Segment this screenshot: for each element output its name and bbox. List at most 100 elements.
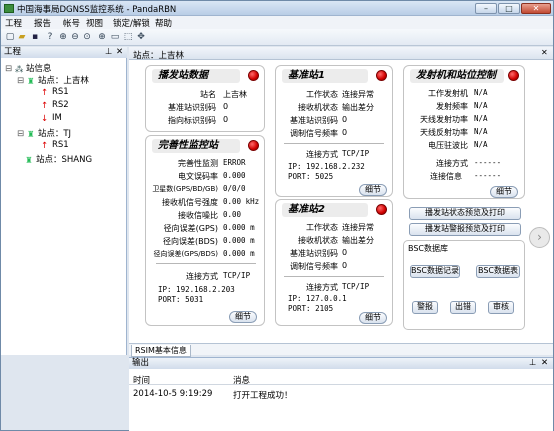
ref1-value: 0 (342, 115, 348, 124)
menu-project[interactable]: 工程 (5, 17, 22, 29)
project-pane-title: 工程 (4, 47, 22, 57)
transmitter-value: N/A (474, 127, 488, 136)
tree-item-tj-rs1[interactable]: ↑ RS1 (41, 140, 69, 151)
integrity-label: 径向误差(GPS/BDS) (153, 250, 218, 258)
ref2-status-led (376, 204, 387, 215)
integrity-conn-value: TCP/IP (223, 271, 251, 280)
status-preview-print-button[interactable]: 播发站状态预览及打印 (409, 207, 521, 220)
integrity-label: 接收信噪比 (178, 211, 218, 220)
menu-lock[interactable]: 锁定/解锁 (113, 17, 150, 29)
close-pane-icon[interactable]: ✕ (116, 47, 123, 58)
integrity-conn-label: 连接方式 (186, 272, 218, 281)
transmitter-label: 电压驻波比 (428, 141, 468, 150)
output-title: 输出 (132, 358, 150, 368)
close-tab-icon[interactable]: ✕ (541, 48, 548, 57)
window-title: 中国海事局DGNSS监控系统 - PandaRBN (17, 5, 177, 15)
select-icon[interactable]: ⬚ (123, 32, 133, 42)
menu-report[interactable]: 报告 (34, 17, 51, 29)
output-row[interactable]: 2014-10-5 9:19:29 打开工程成功！ (129, 388, 553, 401)
move-icon[interactable]: ✥ (136, 32, 146, 42)
integrity-label: 径向误差(GPS) (163, 224, 218, 233)
transmitter-label: 发射频率 (436, 102, 468, 111)
integrity-label: 径向误差(BDS) (163, 237, 218, 246)
tree-item-site-tj[interactable]: ⊟ ♜ 站点：TJ (17, 127, 71, 140)
divider (156, 263, 256, 264)
menu-view[interactable]: 视图 (86, 17, 103, 29)
bsc-error-button[interactable]: 出错 (450, 301, 476, 314)
tree-item-im[interactable]: ↓ IM (41, 113, 62, 124)
close-window-button[interactable]: ✕ (521, 3, 551, 14)
integrity-detail-button[interactable]: 细节 (229, 311, 257, 323)
broadcast-label: 站名 (200, 90, 216, 99)
pin-icon[interactable]: ⊥ (529, 358, 536, 369)
ref1-detail-button[interactable]: 细节 (359, 184, 387, 196)
zoom-reset-icon[interactable]: ⊙ (82, 32, 92, 42)
output-message: 打开工程成功！ (233, 391, 293, 401)
tab-rsim-info[interactable]: RSIM基本信息 (131, 345, 191, 357)
chevron-right-icon[interactable]: › (529, 227, 550, 248)
zoom-in-icon[interactable]: ⊕ (58, 32, 68, 42)
station-icon: ♜ (26, 77, 35, 87)
minimize-button[interactable]: – (475, 3, 497, 14)
bsc-table-button[interactable]: BSC数据表 (476, 265, 520, 278)
crosshair-icon[interactable]: ⊕ (97, 32, 107, 42)
transmitter-value: N/A (474, 140, 488, 149)
project-pane: 工程 ⊥ ✕ ⊟ ⁂ 站信息 ⊟ ♜ 站点：上吉林 ↑ RS1 ↑ RS2 ↓ IM ⊟ … (1, 47, 127, 355)
help-icon[interactable]: ? (45, 32, 55, 42)
transmitter-label: 天线反射功率 (420, 128, 468, 137)
tree-item-site-shang[interactable]: ♜ 站点：SHANG (25, 153, 92, 166)
divider (284, 143, 384, 144)
integrity-value: ERROR (223, 158, 246, 167)
tree-item-site-shangjilin[interactable]: ⊟ ♜ 站点：上吉林 (17, 74, 89, 87)
open-icon[interactable]: ▰ (17, 32, 27, 42)
output-time: 2014-10-5 9:19:29 (133, 389, 213, 399)
transmitter-info-label: 连接信息 (430, 172, 462, 181)
save-icon[interactable]: ▪ (30, 32, 40, 42)
zoom-out-icon[interactable]: ⊖ (70, 32, 80, 42)
col-time[interactable]: 时间 (133, 374, 150, 386)
rect-icon[interactable]: ▭ (110, 32, 120, 42)
bsc-audit-button[interactable]: 审核 (488, 301, 514, 314)
tab-site[interactable]: 站点：上吉林 (133, 49, 184, 61)
ref2-value: 0 (342, 248, 348, 257)
ref1-label: 工作状态 (306, 90, 338, 99)
bsc-alarm-button[interactable]: 警报 (412, 301, 438, 314)
integrity-value: 0.000 m (223, 223, 255, 232)
col-message[interactable]: 消息 (233, 374, 250, 386)
menu-account[interactable]: 帐号 (63, 17, 80, 29)
tree-item-rs2[interactable]: ↑ RS2 (41, 100, 69, 111)
ref1-conn-label: 连接方式 (306, 150, 338, 159)
menu-help[interactable]: 帮助 (155, 17, 172, 29)
station-content: 播发站数据 站名 上吉林 基准站识别码 0 指向标识别码 0 完善性监控站 完善… (131, 62, 551, 342)
arrow-up-red-icon: ↑ (41, 101, 49, 111)
app-window: 中国海事局DGNSS监控系统 - PandaRBN – □ ✕ 工程 报告 帐号… (0, 0, 554, 431)
close-pane-icon[interactable]: ✕ (541, 358, 548, 369)
maximize-button[interactable]: □ (498, 3, 520, 14)
pin-icon[interactable]: ⊥ (105, 47, 112, 58)
broadcast-status-led (248, 70, 259, 81)
station-icon: ♜ (26, 130, 35, 140)
ref2-label: 调制信号频率 (290, 262, 338, 271)
arrow-up-red-icon: ↑ (41, 141, 49, 151)
ref2-conn-value: TCP/IP (342, 282, 370, 291)
transmitter-detail-button[interactable]: 细节 (490, 186, 518, 198)
new-icon[interactable]: ▢ (5, 32, 15, 42)
ref2-detail-button[interactable]: 细节 (359, 312, 387, 324)
integrity-label: 接收机信号强度 (162, 198, 218, 207)
tree-item-rs1[interactable]: ↑ RS1 (41, 87, 69, 98)
ref2-value: 0 (342, 261, 348, 270)
ref1-label: 接收机状态 (298, 103, 338, 112)
integrity-value: 0.000 m (223, 236, 255, 245)
integrity-value: 0/0/0 (223, 184, 246, 193)
ref1-value: 0 (342, 128, 348, 137)
integrity-value: 0.00 kHz (223, 197, 260, 206)
ref2-conn-label: 连接方式 (306, 283, 338, 292)
integrity-value: 0.00 (223, 210, 242, 219)
alarm-preview-print-button[interactable]: 播发站警报预览及打印 (409, 223, 521, 236)
ref2-label: 工作状态 (306, 223, 338, 232)
transmitter-status-led (508, 70, 519, 81)
tree-item-station-info[interactable]: ⊟ ⁂ 站信息 (5, 62, 51, 75)
ref1-value: 输出差分 (342, 103, 374, 112)
bsc-record-button[interactable]: BSC数据记录 (410, 265, 460, 278)
ref2-value: 连接异常 (342, 223, 374, 232)
